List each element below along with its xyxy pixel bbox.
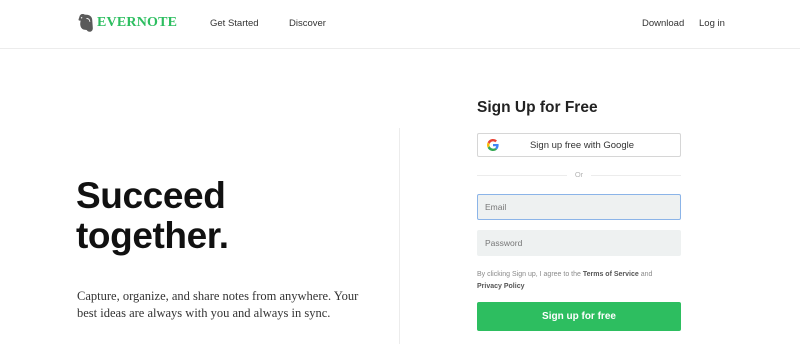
google-button-label: Sign up free with Google bbox=[529, 140, 635, 151]
terms-prefix: By clicking Sign up, I agree to the bbox=[477, 271, 581, 278]
email-field[interactable] bbox=[477, 194, 681, 220]
google-signup-button[interactable]: Sign up free with Google bbox=[477, 133, 681, 157]
hero-headline: Succeed together. bbox=[76, 176, 229, 256]
or-divider: Or bbox=[477, 169, 681, 181]
brand-name: EVERNOTE bbox=[97, 15, 178, 30]
privacy-policy-link[interactable]: Privacy Policy bbox=[477, 283, 524, 290]
elephant-icon bbox=[78, 14, 93, 32]
or-line-right bbox=[591, 175, 681, 176]
terms-and: and bbox=[640, 271, 653, 278]
tagline-line: best ideas are always with you and alway… bbox=[77, 305, 331, 320]
terms-notice: By clicking Sign up, I agree to the Term… bbox=[477, 269, 687, 293]
headline-line: Succeed bbox=[76, 175, 226, 216]
site-header: EVERNOTE Get Started Discover Download L… bbox=[0, 0, 800, 49]
hero-tagline: Capture, organize, and share notes from … bbox=[77, 288, 377, 321]
tagline-line: Capture, organize, and share notes from … bbox=[77, 289, 359, 303]
terms-of-service-link[interactable]: Terms of Service bbox=[583, 271, 639, 278]
nav-download[interactable]: Download bbox=[642, 18, 684, 29]
headline-line: together. bbox=[76, 215, 229, 256]
nav-get-started[interactable]: Get Started bbox=[210, 18, 259, 29]
evernote-logo[interactable]: EVERNOTE bbox=[78, 12, 177, 34]
signup-title: Sign Up for Free bbox=[477, 99, 598, 116]
vertical-divider bbox=[399, 128, 400, 344]
nav-discover[interactable]: Discover bbox=[289, 18, 326, 29]
signup-submit-button[interactable]: Sign up for free bbox=[477, 302, 681, 331]
nav-log-in[interactable]: Log in bbox=[699, 18, 725, 29]
password-field[interactable] bbox=[477, 230, 681, 256]
